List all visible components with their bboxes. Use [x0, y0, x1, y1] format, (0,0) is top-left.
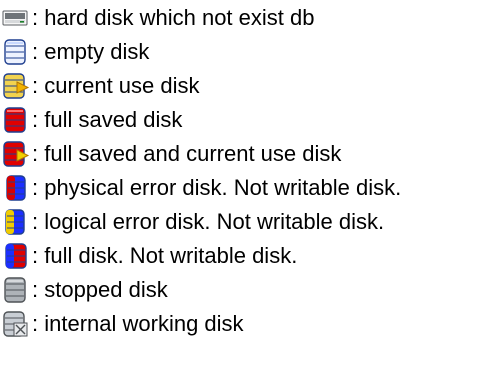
legend-row-internal-working-disk: : internal working disk [0, 306, 244, 342]
legend-row-full-saved-current-use-disk: : full saved and current use disk [0, 136, 341, 172]
legend-label-empty-disk: : empty disk [32, 39, 150, 64]
empty-disk-icon [4, 39, 26, 65]
internal-working-disk-icon [3, 311, 28, 337]
full-disk-icon [5, 243, 27, 269]
disk-status-legend: : hard disk which not exist db : empty d… [0, 0, 501, 390]
legend-label-full-saved-current-use-disk: : full saved and current use disk [32, 141, 342, 166]
legend-label-physical-error-disk: : physical error disk. Not writable disk… [32, 175, 402, 200]
legend-row-physical-error-disk: : physical error disk. Not writable disk… [0, 170, 401, 206]
current-use-disk-icon [3, 73, 30, 99]
legend-row-full-disk: : full disk. Not writable disk. [0, 238, 297, 274]
legend-row-empty-disk: : empty disk [0, 34, 149, 70]
legend-row-hard-disk-not-exist-db: : hard disk which not exist db [0, 0, 314, 36]
legend-label-logical-error-disk: : logical error disk. Not writable disk. [32, 209, 385, 234]
logical-error-disk-icon [5, 209, 25, 235]
full-saved-disk-icon [4, 107, 26, 133]
legend-label-internal-working-disk: : internal working disk [32, 311, 244, 336]
stopped-disk-icon [4, 277, 26, 303]
legend-label-hard-disk-not-exist-db: : hard disk which not exist db [32, 5, 315, 30]
legend-row-current-use-disk: : current use disk [0, 68, 200, 104]
legend-label-full-saved-disk: : full saved disk [32, 107, 183, 132]
legend-label-full-disk: : full disk. Not writable disk. [32, 243, 298, 268]
legend-row-stopped-disk: : stopped disk [0, 272, 168, 308]
legend-label-current-use-disk: : current use disk [32, 73, 200, 98]
hard-disk-not-exist-db-icon [2, 10, 28, 26]
legend-label-stopped-disk: : stopped disk [32, 277, 168, 302]
legend-row-logical-error-disk: : logical error disk. Not writable disk. [0, 204, 384, 240]
full-saved-current-use-disk-icon [3, 141, 30, 167]
legend-row-full-saved-disk: : full saved disk [0, 102, 182, 138]
physical-error-disk-icon [6, 175, 26, 201]
